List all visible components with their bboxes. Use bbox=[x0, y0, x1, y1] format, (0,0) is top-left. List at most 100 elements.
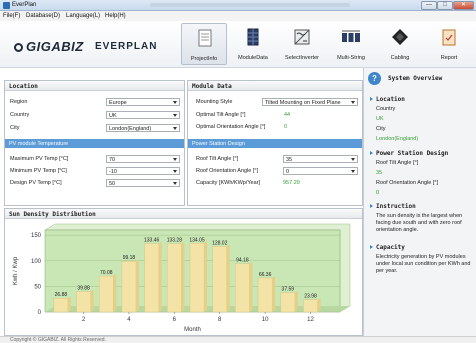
app-icon bbox=[3, 2, 10, 9]
module-data-panel: Module Data Mounting Style Tilted Mounti… bbox=[187, 80, 363, 206]
region-label: Region bbox=[10, 99, 28, 105]
tool-label: ModuleData bbox=[238, 55, 268, 61]
y-tick-label: 150 bbox=[31, 233, 42, 239]
region-select[interactable]: Europe bbox=[106, 98, 180, 106]
document-icon bbox=[198, 29, 212, 47]
design-temp-select[interactable]: 50 bbox=[106, 179, 180, 187]
optimal-tilt-value: 44 bbox=[284, 112, 291, 118]
section-label: Capacity bbox=[376, 244, 405, 251]
min-temp-value: -10 bbox=[109, 168, 117, 175]
x-axis-label: Month bbox=[184, 327, 201, 333]
bar-side bbox=[226, 244, 230, 312]
bar-value-label: 70.08 bbox=[100, 270, 113, 276]
bar-value-label: 26.88 bbox=[55, 292, 68, 298]
design-temp-value: 50 bbox=[109, 180, 116, 187]
tool-label: SelectInverter bbox=[285, 55, 319, 61]
bar-value-label: 133.28 bbox=[167, 238, 183, 244]
triangle-bullet-icon bbox=[370, 96, 373, 101]
bar-side bbox=[272, 275, 276, 312]
max-temp-value: 70 bbox=[109, 156, 116, 163]
roof-tilt-select[interactable]: 35 bbox=[283, 155, 358, 163]
bar-side bbox=[317, 297, 321, 312]
system-overview-panel: ? System Overview Location Country UK Ci… bbox=[363, 68, 476, 336]
bar-value-label: 133.46 bbox=[144, 238, 160, 244]
logo-text: GIGABIZ bbox=[26, 39, 84, 54]
sun-density-panel: Sun Density Distribution 0 50 100 150 2 4 6 8 10… bbox=[4, 208, 363, 336]
optimal-tilt-label: Optimal Tilt Angle [°] bbox=[196, 112, 246, 118]
menu-bar: File(F) Database(D) Language(L) Help(H) bbox=[0, 11, 476, 21]
section-label: Power Station Design bbox=[376, 150, 449, 157]
overview-instruction-title: Instruction bbox=[370, 203, 416, 210]
overview-title: System Overview bbox=[388, 75, 443, 82]
section-label: Instruction bbox=[376, 203, 416, 210]
close-button[interactable]: ✕ bbox=[453, 1, 474, 10]
tool-label: ProjectInfo bbox=[190, 56, 218, 62]
capacity-value: 957.29 bbox=[283, 180, 300, 186]
chevron-down-icon bbox=[173, 182, 177, 185]
bar bbox=[76, 291, 91, 313]
max-temp-label: Maximum PV Temp [°C] bbox=[10, 156, 69, 162]
bar bbox=[212, 246, 227, 313]
tool-cabling[interactable]: Cabling bbox=[377, 23, 423, 65]
tool-module-data[interactable]: ModuleData bbox=[230, 23, 276, 65]
tool-project-info[interactable]: ProjectInfo bbox=[181, 23, 227, 65]
min-temp-select[interactable]: -10 bbox=[106, 167, 180, 175]
bar-value-label: 37.59 bbox=[282, 287, 295, 293]
bar-value-label: 23.98 bbox=[304, 294, 317, 300]
chevron-down-icon bbox=[173, 114, 177, 117]
bar bbox=[53, 298, 69, 313]
bar bbox=[235, 263, 250, 313]
tool-multi-string[interactable]: Multi-String bbox=[328, 23, 374, 65]
title-blur bbox=[150, 3, 350, 7]
chevron-down-icon bbox=[173, 158, 177, 161]
module-data-title: Module Data bbox=[188, 81, 362, 91]
location-title: Location bbox=[5, 81, 184, 91]
tool-label: Cabling bbox=[390, 55, 410, 61]
cabling-icon bbox=[392, 29, 408, 45]
chevron-down-icon bbox=[351, 170, 355, 173]
logo-mark-icon bbox=[14, 43, 23, 52]
tool-report[interactable]: Report bbox=[426, 23, 472, 65]
bar-value-label: 99.18 bbox=[123, 255, 136, 261]
y-tick-label: 0 bbox=[38, 310, 42, 316]
chevron-down-icon bbox=[173, 101, 177, 104]
menu-help[interactable]: Help(H) bbox=[105, 13, 126, 19]
tool-select-inverter[interactable]: SelectInverter bbox=[279, 23, 325, 65]
bar bbox=[303, 299, 318, 313]
menu-language[interactable]: Language(L) bbox=[66, 13, 100, 19]
x-tick-label: 10 bbox=[262, 317, 269, 323]
multi-string-icon bbox=[342, 30, 360, 42]
overview-instruction-text: The sun density is the largest when faci… bbox=[376, 213, 463, 233]
tool-label: Report bbox=[440, 55, 458, 61]
city-select[interactable]: London(England) bbox=[106, 124, 180, 132]
menu-file[interactable]: File(F) bbox=[3, 13, 20, 19]
maximize-button[interactable]: □ bbox=[437, 1, 453, 10]
x-tick-label: 12 bbox=[307, 317, 314, 323]
help-icon[interactable]: ? bbox=[368, 72, 381, 85]
max-temp-select[interactable]: 70 bbox=[106, 155, 180, 163]
min-temp-label: Minimum PV Temp [°C] bbox=[10, 168, 67, 174]
x-tick-label: 2 bbox=[82, 317, 86, 323]
mounting-select[interactable]: Tilted Mounting on Fixed Plane bbox=[262, 98, 358, 106]
country-value: UK bbox=[109, 112, 117, 119]
x-tick-label: 8 bbox=[218, 317, 222, 323]
roof-orientation-select[interactable]: 0 bbox=[283, 167, 358, 175]
overview-roof-tilt-value: 35 bbox=[376, 170, 383, 176]
bar-side bbox=[113, 274, 117, 312]
optimal-orientation-value: 0 bbox=[284, 124, 288, 130]
overview-city-value: London(England) bbox=[376, 136, 419, 142]
menu-database[interactable]: Database(D) bbox=[26, 13, 60, 19]
overview-roof-orientation-label: Roof Orientation Angle [°] bbox=[376, 180, 439, 186]
optimal-orientation-label: Optimal Orientation Angle [°] bbox=[196, 124, 266, 130]
overview-city-label: City bbox=[376, 126, 386, 132]
sun-density-chart: 0 50 100 150 2 4 6 8 10 12 26.88 39.88 70.08 99.18 133… bbox=[13, 223, 351, 333]
product-name: EVERPLAN bbox=[95, 41, 158, 52]
country-select[interactable]: UK bbox=[106, 111, 180, 119]
country-label: Country bbox=[10, 112, 30, 118]
bar bbox=[189, 243, 205, 313]
minimize-button[interactable]: — bbox=[421, 1, 437, 10]
triangle-bullet-icon bbox=[370, 150, 373, 155]
bar bbox=[121, 260, 137, 313]
bar-side bbox=[135, 259, 139, 312]
y-tick-label: 50 bbox=[34, 284, 41, 290]
